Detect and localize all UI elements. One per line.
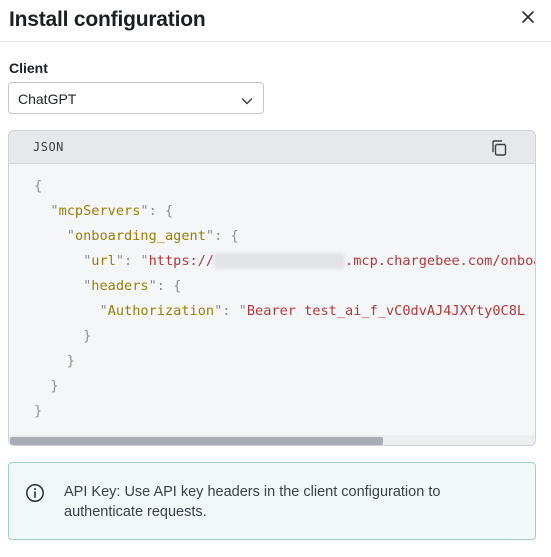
- code-key: url: [91, 253, 116, 269]
- chevron-down-icon: [241, 93, 253, 111]
- code-line: "onboarding_agent": {: [66, 228, 239, 244]
- code-line: "Authorization": "Bearer test_ai_f_vC0dv…: [99, 303, 526, 319]
- code-line: }: [34, 349, 535, 374]
- code-content: { "mcpServers": { "onboarding_agent": { …: [9, 165, 535, 433]
- code-string: Bearer test_ai_f_vC0dvAJ4JXYty0C8L: [246, 303, 526, 319]
- copy-icon[interactable]: [490, 139, 508, 157]
- close-icon[interactable]: [517, 6, 539, 28]
- code-line: "mcpServers": {: [50, 203, 174, 219]
- code-key: Authorization: [107, 303, 215, 319]
- redacted-text: xxxxxxxxxxxxxxxx: [214, 253, 346, 269]
- code-block: JSON { "mcpServers": { "onboarding_agent…: [8, 130, 536, 446]
- code-line: "headers": {: [83, 278, 182, 294]
- code-key: mcpServers: [58, 203, 141, 219]
- info-icon: [25, 483, 45, 508]
- code-key: headers: [91, 278, 149, 294]
- code-key: onboarding_agent: [74, 228, 206, 244]
- code-brace: }: [83, 328, 92, 344]
- client-select[interactable]: ChatGPT: [8, 82, 264, 114]
- scrollbar-thumb[interactable]: [10, 437, 383, 445]
- code-line: }: [34, 399, 535, 424]
- code-brace: }: [50, 378, 59, 394]
- code-line: {: [34, 174, 535, 199]
- code-string: https://: [148, 253, 215, 269]
- dialog-header: Install configuration: [0, 0, 551, 42]
- code-header: JSON: [9, 131, 535, 164]
- code-line: }: [34, 374, 535, 399]
- code-line: }: [34, 324, 535, 349]
- info-callout: API Key: Use API key headers in the clie…: [8, 462, 536, 540]
- code-language-label: JSON: [33, 140, 64, 154]
- horizontal-scrollbar[interactable]: [9, 435, 535, 445]
- code-brace: }: [66, 353, 75, 369]
- client-label: Client: [9, 60, 48, 76]
- code-string: .mcp.chargebee.com/onboa: [345, 253, 535, 269]
- code-brace: {: [34, 178, 43, 194]
- code-line: "url": "https://xxxxxxxxxxxxxxxx.mcp.cha…: [34, 249, 535, 274]
- code-brace: }: [34, 403, 43, 419]
- client-select-value: ChatGPT: [18, 91, 77, 107]
- dialog-title: Install configuration: [9, 8, 206, 31]
- info-text: API Key: Use API key headers in the clie…: [64, 484, 441, 520]
